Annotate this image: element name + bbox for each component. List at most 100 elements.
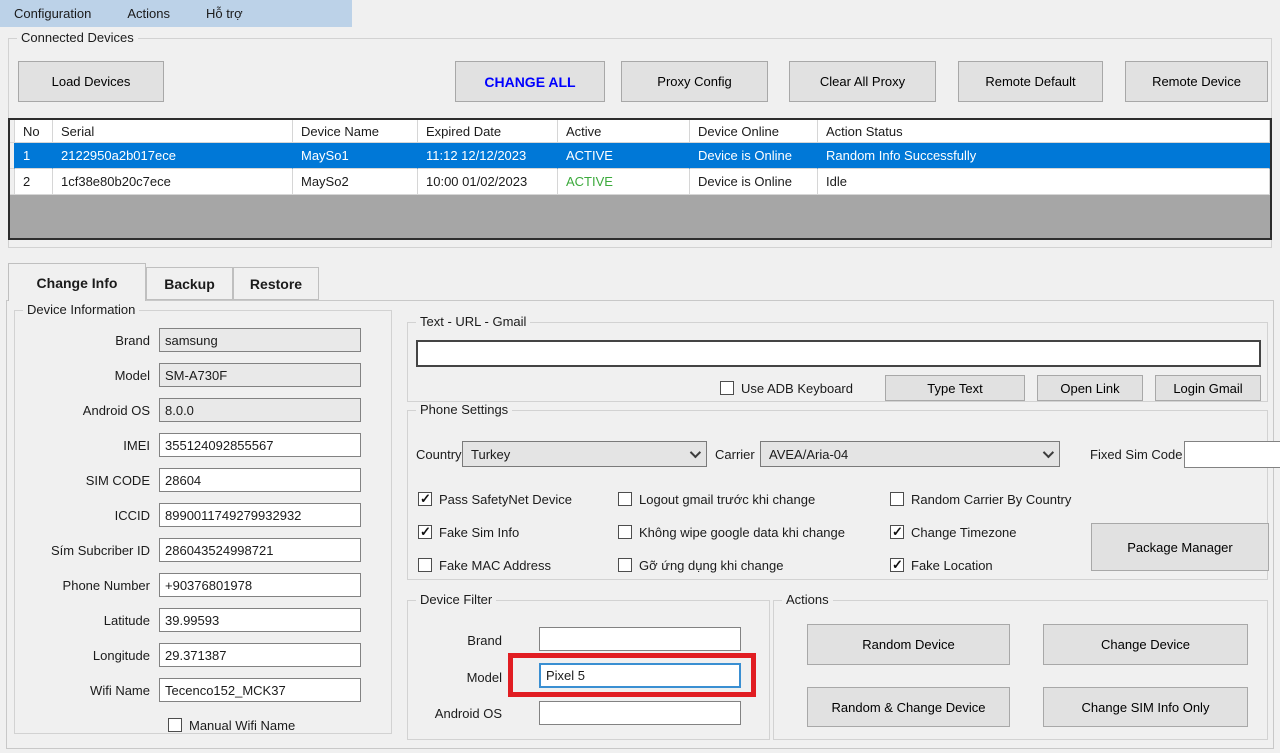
phone-settings-title: Phone Settings (416, 402, 512, 417)
actions-group: Actions Random Device Change Device Rand… (773, 600, 1268, 740)
filter-android-os-input[interactable] (539, 701, 741, 725)
longitude-field[interactable] (159, 643, 361, 667)
table-row[interactable]: 2 1cf38e80b20c7ece MaySo2 10:00 01/02/20… (10, 169, 1270, 195)
sim-code-field[interactable] (159, 468, 361, 492)
go-ung-dung-checkbox[interactable]: Gỡ ứng dụng khi change (618, 555, 890, 575)
checkbox-box[interactable] (618, 525, 632, 539)
use-adb-keyboard-label: Use ADB Keyboard (741, 381, 853, 396)
chevron-down-icon (1043, 447, 1054, 458)
logout-gmail-checkbox[interactable]: Logout gmail trước khi change (618, 489, 890, 509)
manual-wifi-name-label: Manual Wifi Name (189, 718, 295, 733)
change-timezone-checkbox[interactable]: Change Timezone (890, 522, 1071, 542)
table-row[interactable]: 1 2122950a2b017ece MaySo1 11:12 12/12/20… (10, 143, 1270, 169)
device-filter-title: Device Filter (416, 592, 496, 607)
random-carrier-checkbox[interactable]: Random Carrier By Country (890, 489, 1071, 509)
model-label: Model (21, 368, 159, 383)
checkbox-box[interactable] (890, 525, 904, 539)
text-url-gmail-title: Text - URL - Gmail (416, 314, 530, 329)
menu-configuration[interactable]: Configuration (10, 2, 105, 25)
fixed-sim-code-label: Fixed Sim Code (1090, 447, 1182, 462)
iccid-field[interactable] (159, 503, 361, 527)
checkbox-box[interactable] (418, 492, 432, 506)
change-all-button[interactable]: CHANGE ALL (455, 61, 605, 102)
filter-model-label: Model (460, 670, 502, 685)
actions-title: Actions (782, 592, 833, 607)
fake-location-checkbox[interactable]: Fake Location (890, 555, 1071, 575)
iccid-label: ICCID (21, 508, 159, 523)
col-header-device-name[interactable]: Device Name (293, 120, 418, 143)
checkbox-box[interactable] (618, 558, 632, 572)
col-header-expired-date[interactable]: Expired Date (418, 120, 558, 143)
country-label: Country (416, 447, 462, 462)
login-gmail-button[interactable]: Login Gmail (1155, 375, 1261, 401)
khong-wipe-google-checkbox[interactable]: Không wipe google data khi change (618, 522, 890, 542)
latitude-field[interactable] (159, 608, 361, 632)
sim-code-label: SIM CODE (21, 473, 159, 488)
change-device-button[interactable]: Change Device (1043, 624, 1248, 665)
random-device-button[interactable]: Random Device (807, 624, 1010, 665)
phone-number-field[interactable] (159, 573, 361, 597)
pass-safetynet-checkbox[interactable]: Pass SafetyNet Device (418, 489, 618, 509)
checkbox-box[interactable] (418, 558, 432, 572)
col-header-no[interactable]: No (15, 120, 53, 143)
proxy-config-button[interactable]: Proxy Config (621, 61, 768, 102)
phone-number-label: Phone Number (21, 578, 159, 593)
use-adb-keyboard-checkbox[interactable]: Use ADB Keyboard (720, 381, 853, 396)
menu-actions[interactable]: Actions (123, 2, 184, 25)
col-header-serial[interactable]: Serial (53, 120, 293, 143)
chevron-down-icon (690, 447, 701, 458)
load-devices-button[interactable]: Load Devices (18, 61, 164, 102)
fake-sim-info-checkbox[interactable]: Fake Sim Info (418, 522, 618, 542)
checkbox-box[interactable] (890, 558, 904, 572)
manual-wifi-name-checkbox[interactable]: Manual Wifi Name (168, 718, 295, 733)
open-link-button[interactable]: Open Link (1037, 375, 1143, 401)
col-header-active[interactable]: Active (558, 120, 690, 143)
tab-change-info[interactable]: Change Info (8, 263, 146, 301)
col-header-action-status[interactable]: Action Status (818, 120, 1270, 143)
device-information-group: Device Information Brand Model Android O… (14, 310, 392, 734)
sim-subcriber-id-label: Sím Subcriber ID (21, 543, 159, 558)
carrier-label: Carrier (715, 447, 755, 462)
devices-table: No Serial Device Name Expired Date Activ… (8, 118, 1272, 240)
filter-brand-input[interactable] (539, 627, 741, 651)
brand-field[interactable] (159, 328, 361, 352)
change-sim-info-only-button[interactable]: Change SIM Info Only (1043, 687, 1248, 727)
package-manager-button[interactable]: Package Manager (1091, 523, 1269, 571)
remote-device-button[interactable]: Remote Device (1125, 61, 1268, 102)
type-text-button[interactable]: Type Text (885, 375, 1025, 401)
tab-backup[interactable]: Backup (146, 267, 233, 300)
latitude-label: Latitude (21, 613, 159, 628)
tab-restore[interactable]: Restore (233, 267, 319, 300)
checkbox-box[interactable] (418, 525, 432, 539)
checkbox-box[interactable] (618, 492, 632, 506)
carrier-select[interactable]: AVEA/Aria-04 (760, 441, 1060, 467)
wifi-name-field[interactable] (159, 678, 361, 702)
device-information-title: Device Information (23, 302, 139, 317)
wifi-name-label: Wifi Name (21, 683, 159, 698)
menu-ho-tro[interactable]: Hỗ trợ (202, 2, 257, 25)
clear-all-proxy-button[interactable]: Clear All Proxy (789, 61, 936, 102)
random-and-change-device-button[interactable]: Random & Change Device (807, 687, 1010, 727)
country-select[interactable]: Turkey (462, 441, 707, 467)
text-url-gmail-group: Text - URL - Gmail Use ADB Keyboard Type… (407, 322, 1268, 402)
phone-settings-group: Phone Settings Country Turkey Carrier AV… (407, 410, 1268, 580)
col-header-device-online[interactable]: Device Online (690, 120, 818, 143)
checkbox-box[interactable] (168, 718, 182, 732)
imei-field[interactable] (159, 433, 361, 457)
remote-default-button[interactable]: Remote Default (958, 61, 1103, 102)
connected-devices-title: Connected Devices (17, 30, 138, 45)
filter-brand-label: Brand (460, 633, 502, 648)
checkbox-box[interactable] (890, 492, 904, 506)
checkbox-box[interactable] (720, 381, 734, 395)
status-badge: ACTIVE (558, 169, 690, 195)
text-url-gmail-input[interactable] (416, 340, 1261, 367)
model-field[interactable] (159, 363, 361, 387)
fixed-sim-code-input[interactable] (1184, 441, 1280, 468)
android-os-label: Android OS (21, 403, 159, 418)
devices-table-header: No Serial Device Name Expired Date Activ… (10, 120, 1270, 143)
red-annotation-box (508, 653, 756, 697)
sim-subcriber-id-field[interactable] (159, 538, 361, 562)
menu-bar: Configuration Actions Hỗ trợ (0, 0, 352, 27)
fake-mac-address-checkbox[interactable]: Fake MAC Address (418, 555, 618, 575)
android-os-field[interactable] (159, 398, 361, 422)
